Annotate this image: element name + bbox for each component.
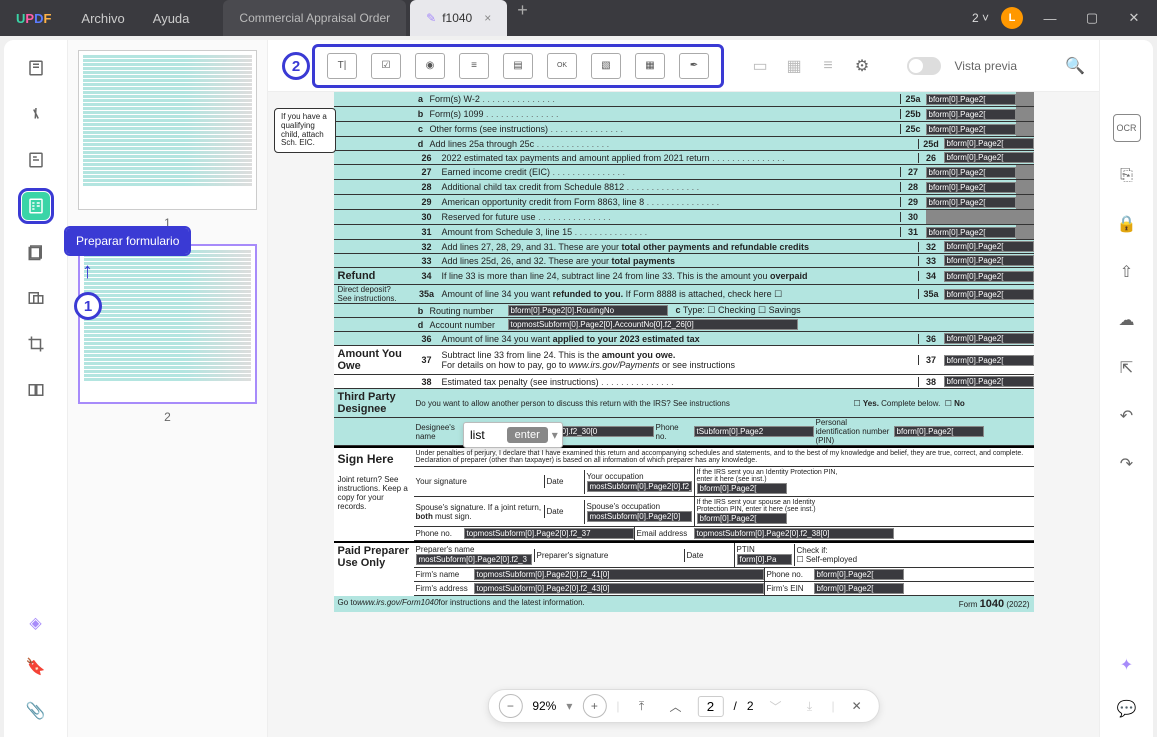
form-toolbar: T| ☑ ◉ ≡ ▤ OK ▧ ▦ ✒ ▭ ▦ ≡ ⚙ Vista previa… [268,40,1099,92]
crop-icon[interactable] [22,330,50,358]
ai-icon[interactable]: ✦ [1113,651,1141,679]
text-field-tool[interactable]: T| [327,53,357,79]
settings-tool[interactable]: ⚙ [848,52,876,80]
prepare-form-icon[interactable] [22,192,50,220]
app-logo: UPDF [0,11,67,26]
organize-icon[interactable] [22,238,50,266]
button-tool[interactable]: OK [547,53,577,79]
form-tools-group: T| ☑ ◉ ≡ ▤ OK ▧ ▦ ✒ [312,44,724,88]
zoom-in-button[interactable]: + [582,694,606,718]
menu-help[interactable]: Ayuda [139,11,204,26]
page-control-bar: − 92% ▾ + | ⤒ ︿ / 2 ﹀ ⤓ | ✕ [487,689,879,723]
thumbnail-page-2[interactable] [78,244,257,404]
radio-tool[interactable]: ◉ [415,53,445,79]
enter-button[interactable]: enter [507,427,548,443]
last-page-button[interactable]: ⤓ [798,694,822,718]
signature-tool[interactable]: ✒ [679,53,709,79]
tab-f1040[interactable]: ✎ f1040 × [410,0,507,36]
thumbnail-page-1[interactable] [78,50,257,210]
tooltip-prepare-form: Preparar formulario [66,228,189,254]
count-badge: 2 ˅ [972,11,989,25]
prev-page-button[interactable]: ︿ [664,694,688,718]
annotation-badge-1: 1 [74,292,102,320]
distribute-tool[interactable]: ≡ [814,52,842,80]
preview-toggle[interactable] [907,57,941,75]
checkbox-tool[interactable]: ☑ [371,53,401,79]
close-button[interactable]: ✕ [1119,10,1149,26]
sidebar-right: OCR ⎘ 🔒 ⇧ ☁ ⇱ ↶ ↷ ✦ 💬 [1099,40,1153,737]
convert-icon[interactable]: ⎘ [1113,162,1141,190]
combo-tool[interactable]: ▤ [503,53,533,79]
date-tool[interactable]: ▦ [635,53,665,79]
close-icon[interactable]: × [484,11,491,25]
compare-icon[interactable] [22,376,50,404]
titlebar: UPDF Archivo Ayuda Commercial Appraisal … [0,0,1157,36]
protect-icon[interactable]: 🔒 [1113,210,1141,238]
document-viewport[interactable]: If you have a qualifying child, attach S… [268,92,1099,737]
preview-label: Vista previa [955,59,1017,73]
layers-icon[interactable]: ◈ [22,609,50,637]
list-tool[interactable]: ≡ [459,53,489,79]
next-page-button[interactable]: ﹀ [764,694,788,718]
zoom-dropdown-icon[interactable]: ▾ [566,699,572,713]
undo-icon[interactable]: ↶ [1113,402,1141,430]
new-tab-button[interactable]: + [507,0,538,36]
page-total: 2 [747,699,754,713]
first-page-button[interactable]: ⤒ [630,694,654,718]
avatar[interactable]: L [1001,7,1023,29]
list-dropdown[interactable]: list enter ▾ [463,422,563,448]
search-icon[interactable]: 🔍 [1061,52,1089,80]
redact-icon[interactable] [22,284,50,312]
align-tool[interactable]: ▭ [746,52,774,80]
menu-file[interactable]: Archivo [67,11,138,26]
pencil-icon: ✎ [426,11,436,25]
comment-icon[interactable] [22,100,50,128]
chat-icon[interactable]: 💬 [1113,695,1141,723]
chevron-down-icon[interactable]: ▾ [552,428,558,442]
minimize-button[interactable]: — [1035,11,1065,26]
sidebar-left: Preparar formulario ◈ 🔖 📎 [4,40,68,737]
edit-icon[interactable] [22,146,50,174]
zoom-out-button[interactable]: − [498,694,522,718]
annotation-badge-2: 2 [282,52,310,80]
thumbnail-panel: 1 2 [68,40,268,737]
grid-tool[interactable]: ▦ [780,52,808,80]
share-icon[interactable]: ⇧ [1113,258,1141,286]
attachment-icon[interactable]: 📎 [22,697,50,725]
maximize-button[interactable]: ▢ [1077,10,1107,26]
arrow-icon: ↑ [82,258,93,284]
redo-icon[interactable]: ↷ [1113,450,1141,478]
cloud-icon[interactable]: ☁ [1113,306,1141,334]
zoom-level: 92% [532,699,556,713]
eic-callout: If you have a qualifying child, attach S… [274,108,336,153]
thumb-label-2: 2 [78,410,257,424]
reader-icon[interactable] [22,54,50,82]
ocr-icon[interactable]: OCR [1113,114,1141,142]
image-tool[interactable]: ▧ [591,53,621,79]
bookmark-icon[interactable]: 🔖 [22,653,50,681]
page-input[interactable] [698,696,724,717]
export-icon[interactable]: ⇱ [1113,354,1141,382]
form-page: If you have a qualifying child, attach S… [334,92,1034,612]
tab-commercial[interactable]: Commercial Appraisal Order [223,0,406,36]
close-bar-button[interactable]: ✕ [845,694,869,718]
